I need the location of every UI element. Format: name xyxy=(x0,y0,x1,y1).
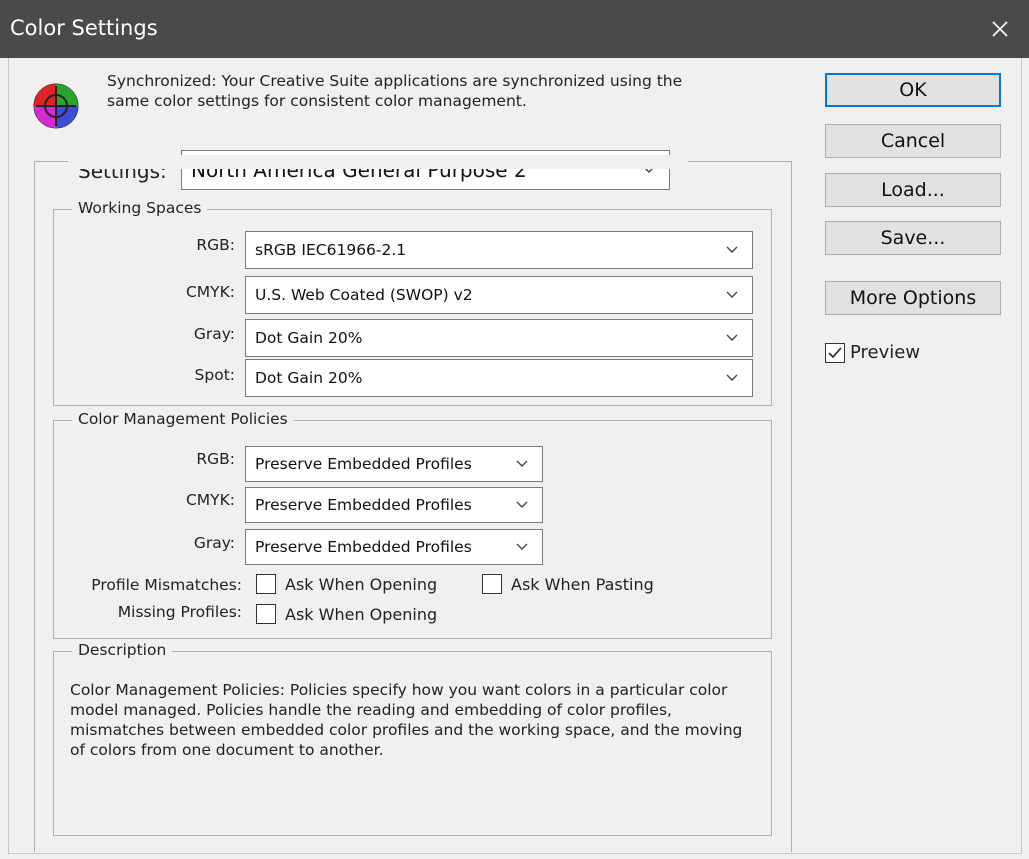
chevron-down-icon xyxy=(726,291,738,298)
ok-button[interactable]: OK xyxy=(825,73,1001,107)
close-icon xyxy=(992,21,1008,37)
chevron-down-icon xyxy=(726,374,738,381)
policy-gray-value: Preserve Embedded Profiles xyxy=(255,538,472,556)
sync-status-text: Synchronized: Your Creative Suite applic… xyxy=(107,72,683,110)
chevron-down-icon xyxy=(726,334,738,341)
chevron-down-icon xyxy=(726,246,738,253)
load-button[interactable]: Load... xyxy=(825,173,1001,207)
policy-rgb-label: RGB: xyxy=(196,450,235,468)
chevron-down-icon xyxy=(516,543,528,550)
ws-spot-value: Dot Gain 20% xyxy=(255,369,363,387)
chevron-down-icon xyxy=(516,460,528,467)
window-title: Color Settings xyxy=(10,16,158,40)
missing-ask-opening-label: Ask When Opening xyxy=(285,605,438,624)
policy-rgb-dropdown[interactable]: Preserve Embedded Profiles xyxy=(245,446,543,482)
color-settings-dialog: Color Settings Synchronized: Your Creati… xyxy=(0,0,1029,859)
missing-ask-opening-checkbox[interactable] xyxy=(256,604,276,624)
working-spaces-title: Working Spaces xyxy=(72,199,208,217)
title-bar: Color Settings xyxy=(0,0,1029,58)
policies-title: Color Management Policies xyxy=(72,410,294,428)
checkmark-icon xyxy=(828,347,842,359)
ws-gray-value: Dot Gain 20% xyxy=(255,329,363,347)
save-button[interactable]: Save... xyxy=(825,221,1001,255)
policy-gray-dropdown[interactable]: Preserve Embedded Profiles xyxy=(245,529,543,565)
color-wheel-icon xyxy=(33,83,79,129)
missing-profiles-label: Missing Profiles: xyxy=(117,603,242,621)
preview-label: Preview xyxy=(850,342,921,363)
description-title: Description xyxy=(72,641,173,659)
ws-cmyk-dropdown[interactable]: U.S. Web Coated (SWOP) v2 xyxy=(245,276,753,314)
policy-gray-label: Gray: xyxy=(193,534,235,552)
cancel-button[interactable]: Cancel xyxy=(825,124,1001,158)
mismatch-ask-pasting-checkbox[interactable] xyxy=(482,574,502,594)
mismatch-ask-pasting-label: Ask When Pasting xyxy=(511,575,654,594)
chevron-down-icon xyxy=(516,501,528,508)
policy-rgb-value: Preserve Embedded Profiles xyxy=(255,455,472,473)
ws-rgb-label: RGB: xyxy=(196,236,235,254)
ws-rgb-value: sRGB IEC61966-2.1 xyxy=(255,241,407,259)
policy-cmyk-dropdown[interactable]: Preserve Embedded Profiles xyxy=(245,487,543,523)
preview-checkbox[interactable] xyxy=(825,343,845,363)
ws-rgb-dropdown[interactable]: sRGB IEC61966-2.1 xyxy=(245,231,753,269)
ws-spot-label: Spot: xyxy=(194,366,235,384)
settings-gap xyxy=(68,155,688,169)
ws-spot-dropdown[interactable]: Dot Gain 20% xyxy=(245,359,753,397)
mismatch-ask-opening-label: Ask When Opening xyxy=(285,575,438,594)
ws-cmyk-value: U.S. Web Coated (SWOP) v2 xyxy=(255,286,473,304)
description-text: Color Management Policies: Policies spec… xyxy=(70,681,743,759)
ws-gray-label: Gray: xyxy=(193,325,235,343)
ws-gray-dropdown[interactable]: Dot Gain 20% xyxy=(245,319,753,357)
profile-mismatches-label: Profile Mismatches: xyxy=(91,576,242,594)
more-options-button[interactable]: More Options xyxy=(825,281,1001,315)
policy-cmyk-value: Preserve Embedded Profiles xyxy=(255,496,472,514)
mismatch-ask-opening-checkbox[interactable] xyxy=(256,574,276,594)
close-button[interactable] xyxy=(971,0,1029,58)
policy-cmyk-label: CMYK: xyxy=(185,491,235,509)
ws-cmyk-label: CMYK: xyxy=(185,283,235,301)
